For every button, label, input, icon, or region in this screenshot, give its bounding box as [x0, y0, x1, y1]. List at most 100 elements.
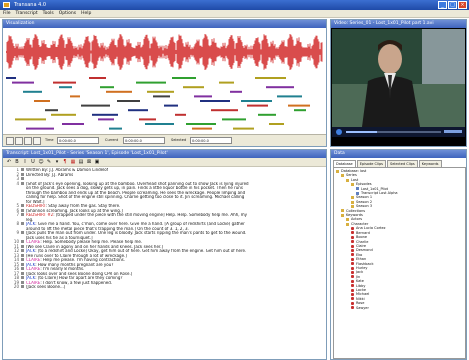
- transcript-line[interactable]: 20 [Jack sees Boone...]: [3, 284, 326, 290]
- play-icon[interactable]: [336, 129, 342, 135]
- table-icon[interactable]: ▦: [70, 159, 76, 165]
- char-icon: [351, 279, 354, 283]
- keyword-segment[interactable]: [164, 104, 178, 107]
- emoticon-icon[interactable]: ☺: [38, 159, 44, 165]
- keyword-segment[interactable]: [222, 118, 246, 121]
- keyword-segment[interactable]: [147, 90, 174, 93]
- char-icon: [351, 306, 354, 310]
- keyword-segment[interactable]: [255, 77, 286, 79]
- transcript-text[interactable]: 1 Written By: J.J. Abrams & Damon Lindelo…: [3, 168, 326, 360]
- data-tabs: Database Episode Clips Selected Clips Ke…: [333, 160, 465, 167]
- speaker-name: JACK: [26, 262, 36, 267]
- edit-icon[interactable]: ✎: [46, 159, 52, 165]
- keyword-segment[interactable]: [269, 123, 284, 125]
- keyword-segment[interactable]: [219, 81, 234, 84]
- time-field[interactable]: 0:00:00.0: [57, 137, 99, 144]
- tree-node[interactable]: Sawyer: [334, 306, 465, 310]
- keyword-segment[interactable]: [172, 77, 196, 79]
- paragraph-icon[interactable]: ¶: [62, 159, 68, 165]
- keyword-segment[interactable]: [98, 118, 114, 121]
- keyword-segments[interactable]: [6, 76, 323, 134]
- keyword-segment[interactable]: [70, 95, 80, 98]
- keyword-segment[interactable]: [100, 86, 114, 89]
- menu-options[interactable]: Options: [59, 11, 76, 16]
- keyword-segment[interactable]: [258, 113, 276, 116]
- keyword-segment[interactable]: [6, 77, 16, 79]
- database-tree[interactable]: Database: lost Series Lost Episodes Lost_1x0…: [333, 167, 466, 359]
- folder-icon: [336, 169, 339, 173]
- time-controls: Time 0:00:00.0 Current 0:00:00.0 Selecte…: [3, 134, 326, 146]
- keyword-segment[interactable]: [200, 100, 230, 102]
- keyword-segment[interactable]: [34, 100, 50, 102]
- selected-field[interactable]: 0:00:00.0: [190, 137, 232, 144]
- current-field[interactable]: 0:00:00.0: [123, 137, 165, 144]
- keyword-segment[interactable]: [117, 100, 140, 102]
- menu-transcript[interactable]: Transcript: [16, 11, 38, 16]
- keyword-segment[interactable]: [241, 100, 272, 102]
- video-scene: [332, 29, 465, 127]
- keyword-segment[interactable]: [128, 109, 148, 112]
- undo-icon[interactable]: ↶: [6, 159, 12, 165]
- keyword-segment[interactable]: [15, 118, 46, 121]
- menu-help[interactable]: Help: [81, 11, 91, 16]
- minimize-button[interactable]: _: [438, 1, 447, 9]
- keyword-segment[interactable]: [92, 113, 118, 116]
- speaker-name: CLAIRE: [26, 280, 41, 285]
- keyword-segment[interactable]: [288, 104, 310, 107]
- waveform[interactable]: [6, 30, 323, 74]
- delete-icon[interactable]: ⊠: [86, 159, 92, 165]
- keyword-segment[interactable]: [230, 90, 242, 93]
- list-icon[interactable]: ▤: [78, 159, 84, 165]
- keyword-segment[interactable]: [211, 109, 238, 112]
- keyword-segment[interactable]: [294, 109, 306, 112]
- keyword-segment[interactable]: [153, 95, 170, 98]
- zoom-in-button[interactable]: [15, 137, 23, 145]
- bold-icon[interactable]: B: [14, 159, 20, 165]
- maximize-button[interactable]: □: [448, 1, 457, 9]
- tab-database[interactable]: Database: [333, 160, 356, 167]
- select-tool-button[interactable]: [6, 137, 14, 145]
- keyword-segment[interactable]: [175, 113, 186, 116]
- line-body: : Stay away from the gas. Stay there.: [45, 204, 121, 208]
- frame-icon[interactable]: ▣: [94, 159, 100, 165]
- keyword-segment[interactable]: [233, 127, 254, 130]
- keyword-segment[interactable]: [106, 90, 132, 93]
- menu-file[interactable]: File: [3, 11, 11, 16]
- video-frame[interactable]: [332, 29, 465, 137]
- zoom-out-button[interactable]: [24, 137, 32, 145]
- keyword-segment[interactable]: [62, 123, 84, 125]
- keyword-segment[interactable]: [192, 127, 212, 130]
- tab-selected-clips[interactable]: Selected Clips: [387, 160, 418, 167]
- italic-icon[interactable]: I: [22, 159, 28, 165]
- keyword-segment[interactable]: [51, 113, 76, 116]
- keyword-segment[interactable]: [194, 95, 212, 98]
- keyword-segment[interactable]: [45, 109, 58, 112]
- keyword-segment[interactable]: [109, 127, 122, 130]
- keyword-segment[interactable]: [247, 104, 268, 107]
- volume-slider[interactable]: [444, 130, 462, 133]
- char-icon: [351, 275, 354, 279]
- keyword-segment[interactable]: [89, 77, 106, 79]
- keyword-segment[interactable]: [136, 81, 166, 84]
- keyword-segment[interactable]: [26, 127, 54, 130]
- keyword-segment[interactable]: [145, 123, 174, 125]
- keyword-segment[interactable]: [12, 81, 34, 84]
- underline-icon[interactable]: U: [30, 159, 36, 165]
- keyword-segment[interactable]: [139, 118, 156, 121]
- tab-keywords[interactable]: Keywords: [418, 160, 442, 167]
- keyword-segment[interactable]: [186, 123, 216, 125]
- keyword-segment[interactable]: [23, 90, 42, 93]
- keyword-segment[interactable]: [183, 86, 204, 89]
- video-progress[interactable]: [346, 131, 441, 133]
- keyword-segment[interactable]: [53, 81, 76, 84]
- keyword-segment[interactable]: [277, 95, 302, 98]
- tab-episode-clips[interactable]: Episode Clips: [356, 160, 386, 167]
- line-body: Directed By: J.J. Abrams: [26, 172, 74, 177]
- dropdown-icon[interactable]: ▾: [54, 159, 60, 165]
- menu-tools[interactable]: Tools: [43, 11, 54, 16]
- keyword-segment[interactable]: [266, 86, 294, 89]
- keyword-segment[interactable]: [59, 86, 72, 89]
- keyword-segment[interactable]: [81, 104, 110, 107]
- zoom-all-button[interactable]: [33, 137, 41, 145]
- close-button[interactable]: ×: [458, 1, 467, 9]
